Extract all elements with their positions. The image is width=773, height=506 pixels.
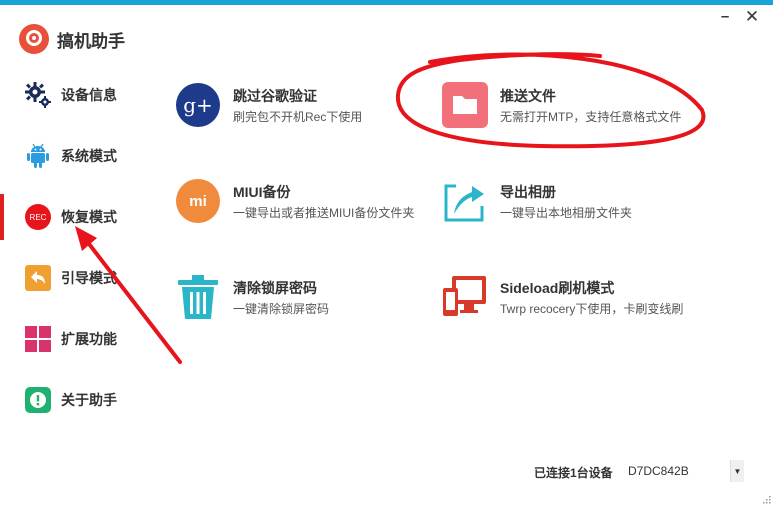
android-icon bbox=[24, 142, 52, 170]
feature-title: 跳过谷歌验证 bbox=[233, 88, 317, 104]
sidebar-item-label: 恢复模式 bbox=[61, 209, 117, 225]
feature-description: 刷完包不开机Rec下使用 bbox=[233, 110, 363, 124]
minimize-button[interactable]: – bbox=[716, 8, 734, 26]
export-icon bbox=[442, 178, 488, 224]
sidebar-item-label: 关于助手 bbox=[61, 392, 117, 408]
gear-icon bbox=[24, 81, 52, 109]
feature-description: Twrp recocery下使用，卡刷变线刷 bbox=[500, 302, 684, 316]
app-header: 搞机助手 bbox=[19, 24, 125, 54]
sidebar-item-label: 系统模式 bbox=[61, 148, 117, 164]
feature-description: 无需打开MTP，支持任意格式文件 bbox=[500, 110, 682, 124]
feature-title: Sideload刷机模式 bbox=[500, 280, 615, 296]
sidebar-item-label: 设备信息 bbox=[61, 87, 117, 103]
back-arrow-icon bbox=[24, 264, 52, 292]
app-title: 搞机助手 bbox=[57, 31, 125, 51]
feature-push-files[interactable]: 推送文件 无需打开MTP，支持任意格式文件 bbox=[442, 82, 702, 142]
grid-icon bbox=[24, 325, 52, 353]
rec-icon: REC bbox=[24, 203, 52, 231]
folder-icon bbox=[442, 82, 488, 128]
sidebar-item-system-mode[interactable]: 系统模式 bbox=[0, 131, 150, 181]
sidebar-item-bootloader-mode[interactable]: 引导模式 bbox=[0, 253, 150, 303]
feature-title: 导出相册 bbox=[500, 184, 556, 200]
devices-icon bbox=[442, 274, 488, 320]
sidebar-item-recovery-mode[interactable]: REC 恢复模式 bbox=[0, 192, 150, 242]
info-icon bbox=[24, 386, 52, 414]
feature-export-album[interactable]: 导出相册 一键导出本地相册文件夹 bbox=[442, 178, 702, 238]
feature-title: 推送文件 bbox=[500, 88, 556, 104]
resize-grip-icon[interactable] bbox=[761, 494, 771, 504]
trash-icon bbox=[175, 274, 221, 320]
sidebar-item-device-info[interactable]: 设备信息 bbox=[0, 70, 150, 120]
device-id: D7DC842B bbox=[628, 464, 689, 478]
feature-description: 一键导出或者推送MIUI备份文件夹 bbox=[233, 206, 415, 220]
sidebar-item-about[interactable]: 关于助手 bbox=[0, 375, 150, 425]
sidebar-item-label: 引导模式 bbox=[61, 270, 117, 286]
device-dropdown[interactable]: D7DC842B ▼ bbox=[622, 460, 744, 482]
mi-icon: mi bbox=[175, 178, 221, 224]
chevron-down-icon[interactable]: ▼ bbox=[730, 460, 744, 482]
feature-skip-google-verification[interactable]: g+ 跳过谷歌验证 刷完包不开机Rec下使用 bbox=[175, 82, 435, 142]
feature-miui-backup[interactable]: mi MIUI备份 一键导出或者推送MIUI备份文件夹 bbox=[175, 178, 435, 238]
sidebar-item-label: 扩展功能 bbox=[61, 331, 117, 347]
feature-clear-lock-password[interactable]: 清除锁屏密码 一键清除锁屏密码 bbox=[175, 274, 435, 334]
feature-sideload-mode[interactable]: Sideload刷机模式 Twrp recocery下使用，卡刷变线刷 bbox=[442, 274, 702, 334]
sidebar-item-extensions[interactable]: 扩展功能 bbox=[0, 314, 150, 364]
close-button[interactable]: ✕ bbox=[743, 8, 761, 26]
feature-description: 一键清除锁屏密码 bbox=[233, 302, 330, 316]
feature-title: 清除锁屏密码 bbox=[233, 280, 317, 296]
google-plus-icon: g+ bbox=[175, 82, 221, 128]
app-logo-icon bbox=[19, 24, 49, 54]
feature-description: 一键导出本地相册文件夹 bbox=[500, 206, 633, 220]
connection-status: 已连接1台设备 bbox=[534, 466, 613, 480]
feature-title: MIUI备份 bbox=[233, 184, 291, 200]
top-accent-bar bbox=[0, 0, 773, 5]
